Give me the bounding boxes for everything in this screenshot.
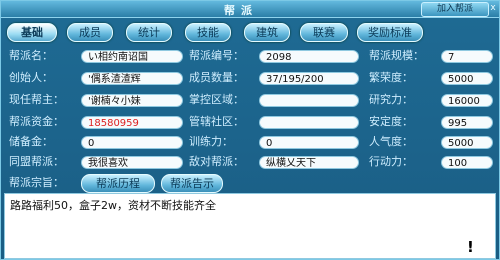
guild-name-field: い相约南诏国 — [81, 50, 183, 63]
guild-purpose-textarea[interactable]: 路路福利50，盒子2w，资材不断技能齐全 ! — [4, 193, 496, 259]
guild-id-field: 2098 — [259, 50, 359, 63]
tab-members[interactable]: 成员 — [67, 23, 113, 42]
allied-guild-field: 我很喜欢 — [81, 156, 183, 169]
tab-statistics[interactable]: 统计 — [126, 23, 172, 42]
tab-reward-standards[interactable]: 奖励标准 — [357, 23, 423, 42]
guild-scale-field: 7 — [441, 50, 493, 63]
enemy-guild-label: 敌对帮派： — [189, 155, 244, 168]
close-icon[interactable]: x — [488, 2, 498, 15]
founder-label: 创始人： — [9, 71, 53, 84]
guild-panel: 帮派 加入帮派 x 基础 成员 统计 技能 建筑 联赛 奖励标准 帮派名： い相… — [0, 0, 500, 260]
member-count-field: 37/195/200 — [259, 72, 359, 85]
stability-field: 995 — [441, 116, 493, 129]
guild-purpose-label: 帮派宗旨： — [9, 176, 64, 189]
action-field: 100 — [441, 156, 493, 169]
funds-label: 帮派资金： — [9, 115, 64, 128]
action-label: 行动力： — [369, 155, 413, 168]
popularity-label: 人气度： — [369, 135, 413, 148]
guild-id-label: 帮派编号： — [189, 49, 244, 62]
research-label: 研究力： — [369, 93, 413, 106]
research-field: 16000 — [441, 94, 493, 107]
community-label: 管辖社区： — [189, 115, 244, 128]
guild-purpose-text: 路路福利50，盒子2w，资材不断技能齐全 — [10, 199, 216, 212]
join-guild-button[interactable]: 加入帮派 — [421, 2, 489, 17]
prosperity-field: 5000 — [441, 72, 493, 85]
guild-name-label: 帮派名： — [9, 49, 53, 62]
enemy-guild-field: 纵横乂天下 — [259, 156, 359, 169]
leader-field: '谢楠々小妹 — [81, 94, 183, 107]
founder-field: '偶系渣渣辉 — [81, 72, 183, 85]
prosperity-label: 繁荣度： — [369, 71, 413, 84]
tab-league[interactable]: 联赛 — [300, 23, 348, 42]
window-title: 帮派 — [224, 4, 258, 17]
tab-basic[interactable]: 基础 — [7, 23, 57, 42]
guild-notice-button[interactable]: 帮派告示 — [161, 174, 223, 193]
allied-guild-label: 同盟帮派： — [9, 155, 64, 168]
training-field: 0 — [259, 136, 359, 149]
guild-scale-label: 帮派规模： — [369, 49, 424, 62]
controlled-region-label: 掌控区域： — [189, 93, 244, 106]
tab-skills[interactable]: 技能 — [185, 23, 231, 42]
tab-buildings[interactable]: 建筑 — [244, 23, 290, 42]
reserve-field: 0 — [81, 136, 183, 149]
reserve-label: 储备金： — [9, 135, 53, 148]
stability-label: 安定度： — [369, 115, 413, 128]
notice-exclamation-icon: ! — [467, 238, 474, 256]
member-count-label: 成员数量： — [189, 71, 244, 84]
community-field — [259, 116, 359, 129]
controlled-region-field — [259, 94, 359, 107]
guild-history-button[interactable]: 帮派历程 — [81, 174, 155, 193]
popularity-field: 5000 — [441, 136, 493, 149]
title-bar: 帮派 加入帮派 x — [1, 1, 499, 18]
leader-label: 现任帮主： — [9, 93, 64, 106]
funds-field: 18580959 — [81, 116, 183, 129]
training-label: 训练力： — [189, 135, 233, 148]
